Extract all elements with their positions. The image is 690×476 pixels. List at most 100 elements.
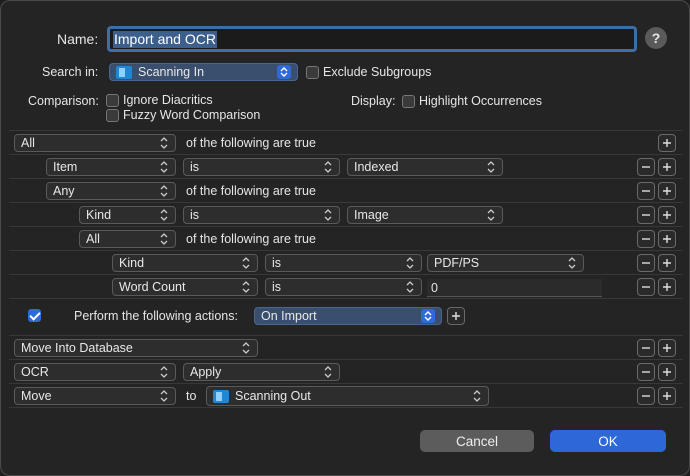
chevron-updown-icon bbox=[160, 185, 168, 197]
add-criterion-button[interactable] bbox=[658, 230, 676, 248]
highlight-checkbox[interactable] bbox=[402, 95, 415, 108]
action-value: Move bbox=[21, 389, 52, 403]
match-value: All bbox=[86, 232, 100, 246]
divider bbox=[9, 298, 683, 299]
ok-button[interactable]: OK bbox=[550, 430, 666, 452]
chevron-updown-icon bbox=[324, 366, 332, 378]
add-criterion-button[interactable] bbox=[658, 134, 676, 152]
match-value: Any bbox=[53, 184, 75, 198]
value-popup[interactable]: Image bbox=[347, 206, 503, 224]
add-criterion-button[interactable] bbox=[658, 254, 676, 272]
plus-icon bbox=[663, 259, 671, 267]
chevron-updown-icon bbox=[277, 65, 291, 79]
match-value: All bbox=[21, 136, 35, 150]
plus-icon bbox=[663, 187, 671, 195]
name-value: Import and OCR bbox=[113, 30, 217, 48]
minus-icon bbox=[642, 371, 650, 373]
action-param-popup[interactable]: Apply bbox=[183, 363, 340, 381]
add-action-button[interactable] bbox=[658, 387, 676, 405]
destination-value: Scanning Out bbox=[235, 389, 311, 403]
folder-icon bbox=[213, 389, 229, 403]
folder-icon bbox=[116, 65, 132, 79]
word-count-input[interactable]: 0 bbox=[427, 279, 602, 297]
operator-popup[interactable]: is bbox=[265, 254, 422, 272]
ignore-diacritics-checkbox[interactable] bbox=[106, 94, 119, 107]
remove-criterion-button[interactable] bbox=[637, 230, 655, 248]
plus-icon bbox=[663, 139, 671, 147]
divider bbox=[9, 154, 683, 155]
search-in-popup[interactable]: Scanning In bbox=[109, 63, 298, 81]
chevron-updown-icon bbox=[406, 281, 414, 293]
field-value: Word Count bbox=[119, 280, 186, 294]
plus-icon bbox=[663, 368, 671, 376]
word-count-value: 0 bbox=[431, 280, 438, 295]
chevron-updown-icon bbox=[406, 257, 414, 269]
field-popup[interactable]: Item bbox=[46, 158, 176, 176]
action-popup[interactable]: OCR bbox=[14, 363, 176, 381]
operator-value: is bbox=[272, 280, 282, 294]
remove-criterion-button[interactable] bbox=[637, 254, 655, 272]
perform-checkbox[interactable] bbox=[28, 309, 41, 322]
operator-value: is bbox=[190, 208, 200, 222]
remove-criterion-button[interactable] bbox=[637, 278, 655, 296]
comparison-label: Comparison: bbox=[28, 94, 99, 108]
add-trigger-button[interactable] bbox=[447, 307, 465, 325]
divider bbox=[9, 130, 683, 131]
field-value: Item bbox=[53, 160, 78, 174]
search-in-label: Search in: bbox=[42, 65, 99, 79]
match-popup[interactable]: All bbox=[79, 230, 176, 248]
minus-icon bbox=[642, 286, 650, 288]
name-input[interactable]: Import and OCR bbox=[107, 26, 637, 52]
perform-popup[interactable]: On Import bbox=[254, 307, 442, 325]
remove-criterion-button[interactable] bbox=[637, 206, 655, 224]
field-popup[interactable]: Kind bbox=[112, 254, 258, 272]
add-action-button[interactable] bbox=[658, 339, 676, 357]
perform-value: On Import bbox=[261, 309, 317, 323]
chevron-updown-icon bbox=[324, 209, 332, 221]
add-criterion-button[interactable] bbox=[658, 206, 676, 224]
remove-action-button[interactable] bbox=[637, 363, 655, 381]
to-label: to bbox=[186, 389, 197, 403]
add-criterion-button[interactable] bbox=[658, 278, 676, 296]
exclude-subgroups-checkbox[interactable] bbox=[306, 66, 319, 79]
chevron-updown-icon bbox=[242, 257, 250, 269]
add-criterion-button[interactable] bbox=[658, 182, 676, 200]
action-popup[interactable]: Move bbox=[14, 387, 176, 405]
remove-criterion-button[interactable] bbox=[637, 182, 655, 200]
value-popup[interactable]: Indexed bbox=[347, 158, 503, 176]
fuzzy-checkbox[interactable] bbox=[106, 109, 119, 122]
smart-rule-dialog: Name: Import and OCR ? Search in: Scanni… bbox=[0, 0, 690, 476]
group-text: of the following are true bbox=[186, 136, 316, 150]
add-criterion-button[interactable] bbox=[658, 158, 676, 176]
chevron-updown-icon bbox=[160, 366, 168, 378]
chevron-updown-icon bbox=[242, 281, 250, 293]
action-popup[interactable]: Move Into Database bbox=[14, 339, 258, 357]
help-icon: ? bbox=[651, 30, 661, 46]
match-popup[interactable]: Any bbox=[46, 182, 176, 200]
remove-action-button[interactable] bbox=[637, 339, 655, 357]
cancel-button[interactable]: Cancel bbox=[420, 430, 534, 452]
value-popup[interactable]: PDF/PS bbox=[427, 254, 584, 272]
divider bbox=[9, 178, 683, 179]
operator-popup[interactable]: is bbox=[183, 158, 340, 176]
destination-popup[interactable]: Scanning Out bbox=[206, 386, 489, 406]
field-popup[interactable]: Kind bbox=[79, 206, 176, 224]
operator-value: is bbox=[190, 160, 200, 174]
chevron-updown-icon bbox=[487, 161, 495, 173]
search-in-value: Scanning In bbox=[138, 65, 205, 79]
value-text: Image bbox=[354, 208, 389, 222]
divider bbox=[9, 202, 683, 203]
match-popup[interactable]: All bbox=[14, 134, 176, 152]
remove-criterion-button[interactable] bbox=[637, 158, 655, 176]
fuzzy-label: Fuzzy Word Comparison bbox=[123, 108, 261, 122]
divider bbox=[9, 335, 683, 336]
field-popup[interactable]: Word Count bbox=[112, 278, 258, 296]
add-action-button[interactable] bbox=[658, 363, 676, 381]
ignore-diacritics-label: Ignore Diacritics bbox=[123, 93, 213, 107]
operator-popup[interactable]: is bbox=[265, 278, 422, 296]
chevron-updown-icon bbox=[160, 137, 168, 149]
remove-action-button[interactable] bbox=[637, 387, 655, 405]
help-button[interactable]: ? bbox=[645, 27, 667, 49]
operator-popup[interactable]: is bbox=[183, 206, 340, 224]
display-label: Display: bbox=[351, 94, 396, 108]
